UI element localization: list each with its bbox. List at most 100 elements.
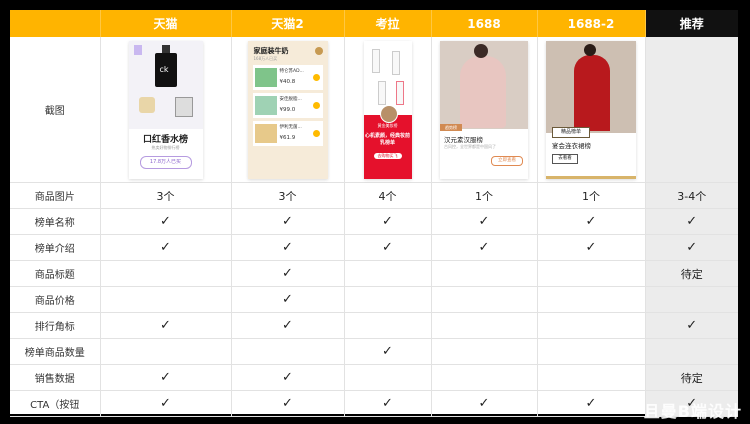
table-row: 商品标题 ✓ 待定: [10, 260, 738, 287]
table-cell: 1个: [431, 183, 538, 209]
table-cell: ✓: [431, 234, 538, 261]
product-tube-icon: [395, 80, 404, 105]
perfume-bottle-3-icon: [174, 96, 193, 117]
cell-kaola-screenshot: 黄金美妆榜 心机素颜，经典妆前乳榜单 去购物买飞: [344, 37, 432, 183]
product-image: [254, 123, 277, 143]
a1688-2-button[interactable]: 去看看: [552, 153, 578, 164]
a1688-button[interactable]: 立即查看: [491, 155, 523, 166]
header-recommend: 推荐: [645, 10, 738, 37]
tmall2-card: 家庭装牛奶 168万人已买 特仑苏AD... ¥40.8 安佳脱脂... ¥99…: [247, 40, 328, 179]
table-row: 榜单介绍 ✓ ✓ ✓ ✓ ✓ ✓: [10, 234, 738, 261]
cell-1688-screenshot: 趋势榜 汉元素汉服榜 古风控，全世界都是中国风了 立即查看: [431, 37, 538, 183]
product-tube-icon: [391, 50, 400, 75]
table-cell: ✓: [100, 312, 232, 339]
table-cell: ✓: [231, 260, 345, 287]
screenshot-row: 截图 ck 口红香水榜 热卖好物排行榜 17.8万人已买 家庭装牛奶 168万人…: [10, 37, 738, 183]
table-cell: ✓: [100, 208, 232, 235]
table-cell: ✓: [100, 364, 232, 391]
tmall-card-title: 口红香水榜: [142, 134, 188, 145]
table-cell: [431, 312, 538, 339]
row-label: 商品图片: [10, 183, 101, 209]
red-dress-image: [546, 40, 636, 133]
cell-recommend-screenshot: [645, 37, 738, 183]
header-blank: [10, 10, 101, 37]
kaola-button[interactable]: 去购物买飞: [373, 152, 402, 159]
kaola-product-images: [363, 40, 412, 113]
table-cell: ✓: [231, 286, 345, 313]
product-image: [254, 95, 277, 115]
play-icon[interactable]: [314, 46, 323, 55]
table-cell: ✓: [645, 234, 738, 261]
table-cell: 待定: [645, 260, 738, 287]
table-cell: ✓: [231, 208, 345, 235]
table-cell: [100, 260, 232, 287]
row-label: 榜单名称: [10, 208, 101, 235]
kaola-card: 黄金美妆榜 心机素颜，经典妆前乳榜单 去购物买飞: [363, 40, 412, 179]
hanfu-dress-icon: [460, 43, 506, 128]
table-row: 榜单名称 ✓ ✓ ✓ ✓ ✓ ✓: [10, 208, 738, 235]
cart-icon[interactable]: [312, 129, 320, 137]
table-cell: ✓: [645, 208, 738, 235]
table-cell: 待定: [645, 364, 738, 391]
table-cell: [431, 260, 538, 287]
product-name: 伊利无菌...: [279, 124, 302, 130]
product-price: ¥40.8: [279, 78, 296, 85]
table-cell: ✓: [231, 312, 345, 339]
hanfu-image: [440, 40, 528, 129]
bottle-brand: ck: [159, 64, 169, 74]
table-cell: ✓: [537, 234, 646, 261]
table-cell: [100, 286, 232, 313]
list-item[interactable]: 伊利无菌... ¥61.9: [252, 120, 323, 146]
table-cell: [537, 286, 646, 313]
table-cell: [344, 260, 432, 287]
table-cell: ✓: [231, 364, 345, 391]
row-label: 排行角标: [10, 312, 101, 339]
header-1688: 1688: [431, 10, 538, 37]
table-row: CTA（按钮 ✓ ✓ ✓ ✓ ✓ ✓: [10, 390, 738, 417]
table-cell: [344, 364, 432, 391]
header-1688-2: 1688-2: [537, 10, 646, 37]
table-cell: [431, 364, 538, 391]
cell-tmall-screenshot: ck 口红香水榜 热卖好物排行榜 17.8万人已买: [100, 37, 232, 183]
list-item[interactable]: 安佳脱脂... ¥99.0: [252, 92, 323, 118]
cart-icon[interactable]: [312, 73, 320, 81]
row-label: 销售数据: [10, 364, 101, 391]
cart-icon[interactable]: [312, 101, 320, 109]
table-cell: [537, 312, 646, 339]
a1688-subtitle: 古风控，全世界都是中国风了: [444, 143, 496, 149]
row-label: 商品标题: [10, 260, 101, 287]
table-cell: ✓: [100, 390, 232, 417]
kaola-red-panel: 黄金美妆榜 心机素颜，经典妆前乳榜单 去购物买飞: [363, 114, 412, 179]
kaola-name: 黄金美妆榜: [377, 122, 398, 128]
a1688-2-tag: 精品榜单: [552, 126, 590, 138]
comparison-table: 天猫 天猫2 考拉 1688 1688-2 推荐 截图 ck 口红香水榜 热卖好…: [10, 10, 738, 183]
table-cell: 4个: [344, 183, 432, 209]
red-dress-icon: [574, 43, 610, 131]
table-cell: ✓: [431, 390, 538, 417]
header-tmall: 天猫: [100, 10, 232, 37]
table-cell: ✓: [537, 390, 646, 417]
table-cell: ✓: [100, 234, 232, 261]
rank-badge-icon: [133, 44, 142, 55]
feature-rows: 商品图片 3个 3个 4个 1个 1个 3-4个 榜单名称 ✓ ✓ ✓ ✓ ✓ ✓ 榜单介绍 ✓ ✓ ✓ ✓ ✓ ✓ 商品…: [10, 183, 738, 417]
row-label-screenshot: 截图: [10, 37, 101, 183]
avatar: [379, 104, 398, 123]
table-cell: [537, 338, 646, 365]
table-cell: ✓: [231, 390, 345, 417]
row-label: 榜单介绍: [10, 234, 101, 261]
table-row: 排行角标 ✓ ✓ ✓: [10, 312, 738, 339]
table-cell: ✓: [537, 208, 646, 235]
header-row: 天猫 天猫2 考拉 1688 1688-2 推荐: [10, 10, 738, 37]
table-cell: [431, 338, 538, 365]
table-cell: ✓: [431, 208, 538, 235]
list-item[interactable]: 特仑苏AD... ¥40.8: [252, 64, 323, 90]
table-cell: ✓: [645, 312, 738, 339]
tmall-card: ck 口红香水榜 热卖好物排行榜 17.8万人已买: [128, 40, 203, 179]
table-row: 商品图片 3个 3个 4个 1个 1个 3-4个: [10, 183, 738, 209]
table-cell: [100, 338, 232, 365]
table-row: 榜单商品数量 ✓: [10, 338, 738, 365]
product-name: 安佳脱脂...: [279, 96, 302, 102]
row-label: 榜单商品数量: [10, 338, 101, 365]
tmall-card-pill[interactable]: 17.8万人已买: [139, 155, 192, 169]
product-image: [254, 67, 277, 87]
